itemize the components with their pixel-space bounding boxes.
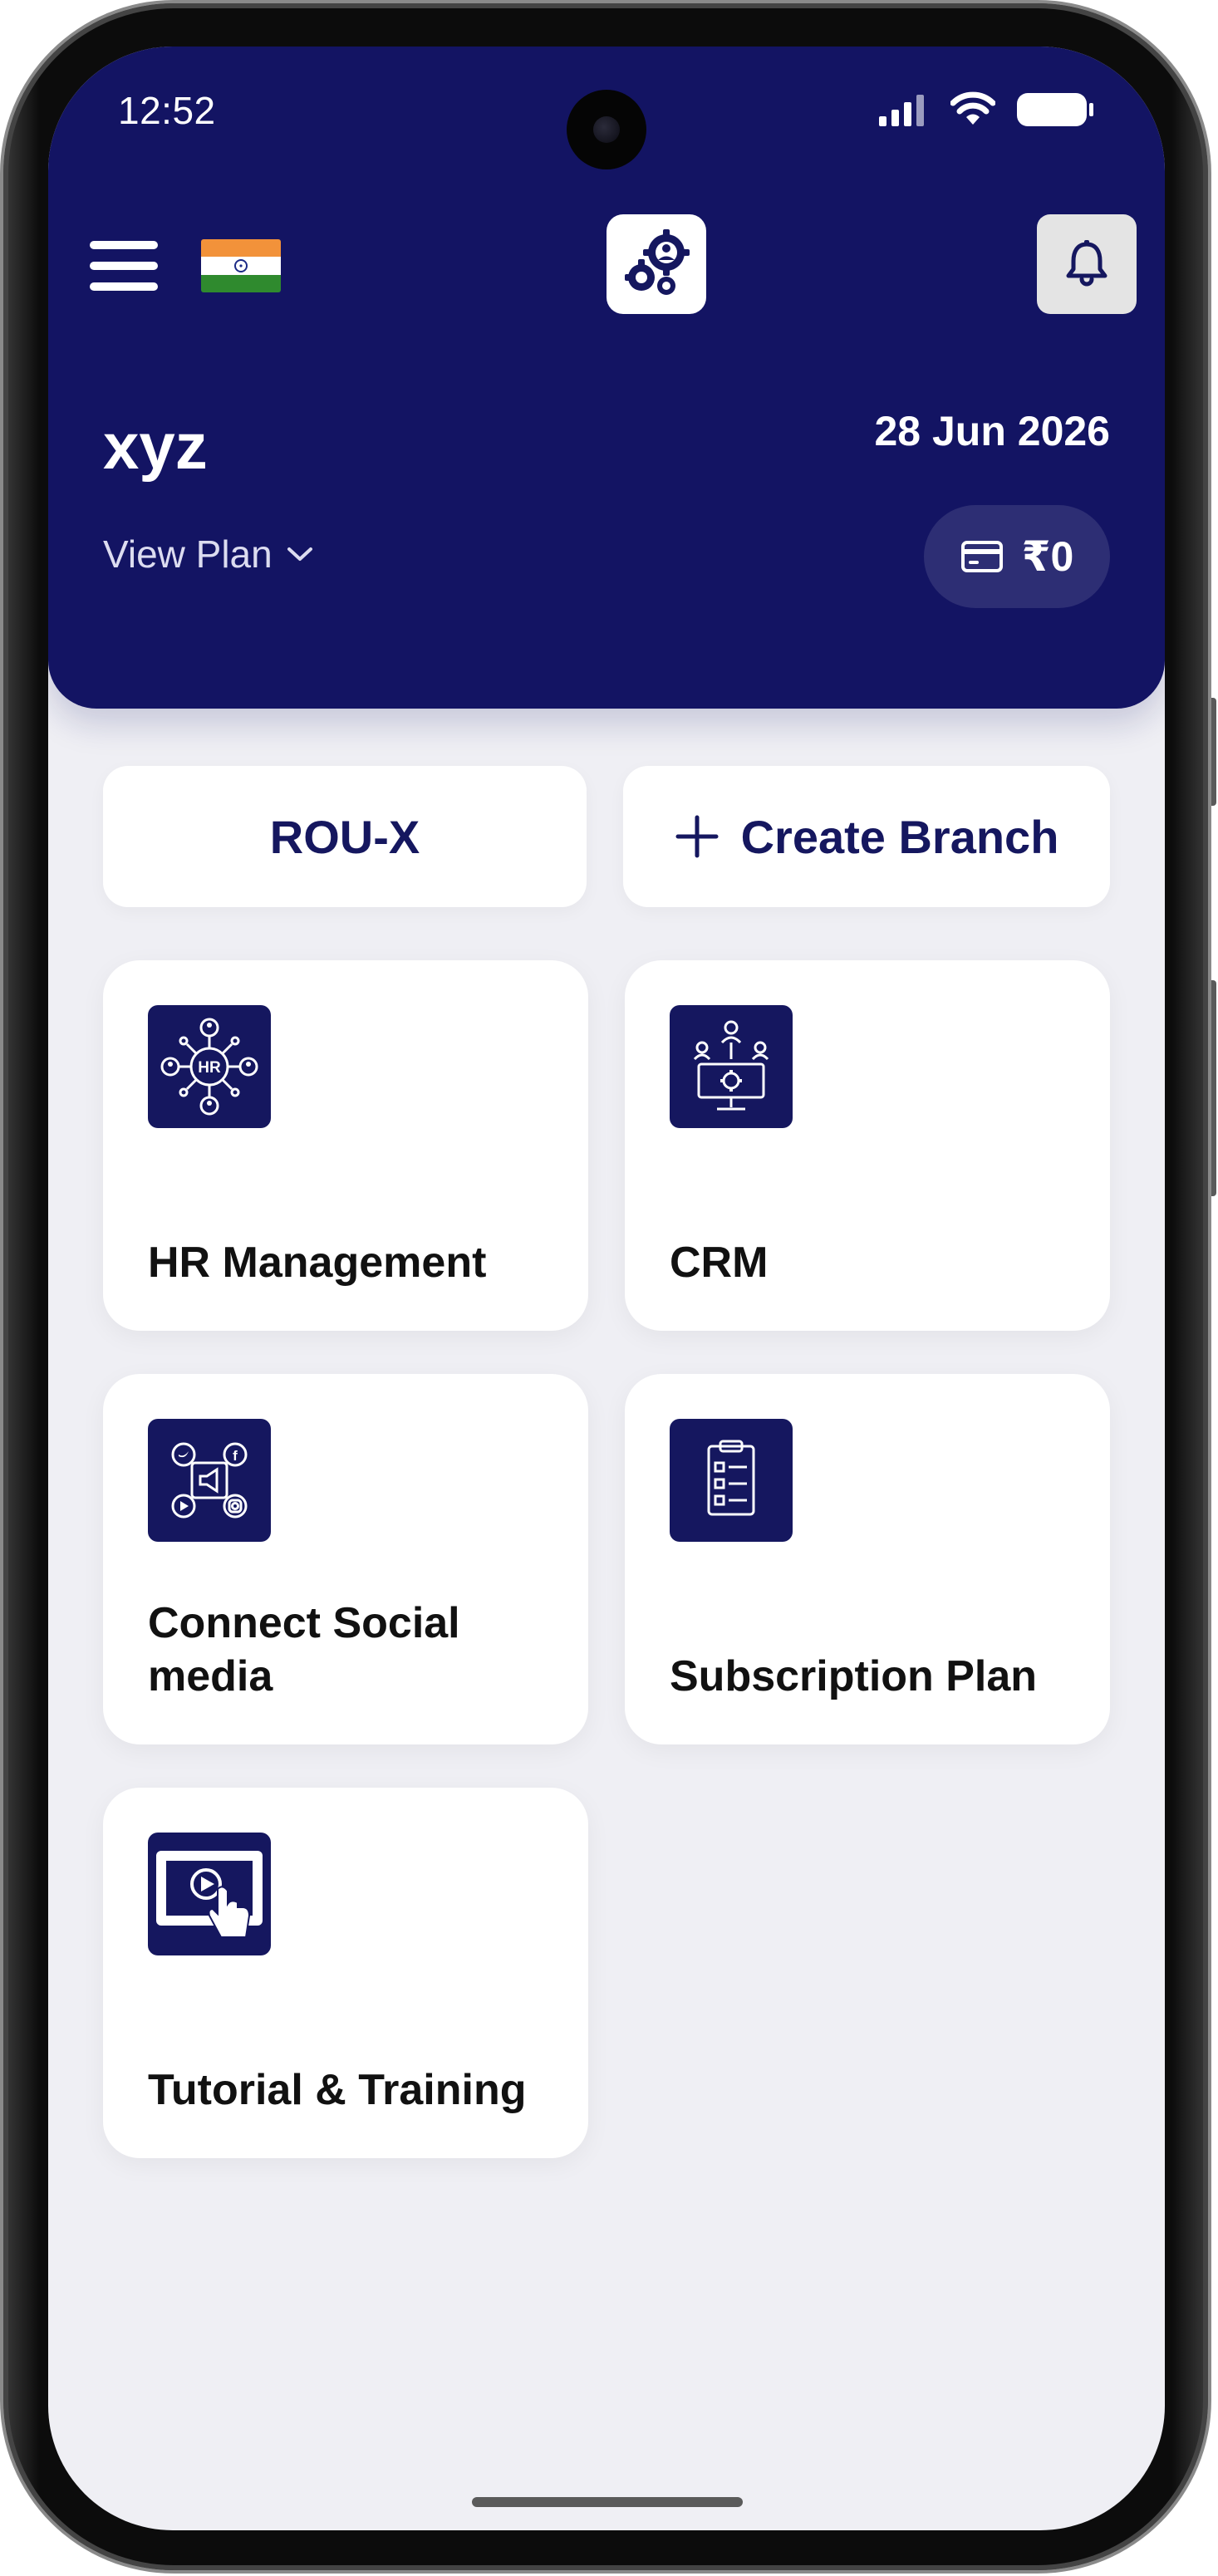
create-branch-label: Create Branch — [740, 810, 1059, 863]
module-label: CRM — [670, 1238, 769, 1287]
plus-icon — [675, 815, 719, 858]
app-screen: 12:52 xyz 28 Jun 2026 View Plan ₹0 ROU-X… — [48, 47, 1165, 2530]
module-label: Tutorial & Training — [148, 2065, 527, 2114]
wallet-balance-button[interactable]: ₹0 — [924, 505, 1110, 608]
video-tutorial-icon — [148, 1833, 271, 1955]
volume-up-button — [1208, 698, 1216, 806]
wifi-icon — [950, 91, 995, 125]
branch-label: ROU-X — [269, 810, 420, 863]
module-card-crm[interactable]: CRM — [625, 960, 1110, 1331]
company-name: xyz — [103, 410, 208, 483]
current-date: 28 Jun 2026 — [874, 408, 1110, 454]
branch-selector-button[interactable]: ROU-X — [103, 766, 587, 907]
crm-team-icon — [670, 1005, 793, 1128]
india-flag-icon[interactable] — [201, 239, 281, 292]
module-card-tutorial-training[interactable]: Tutorial & Training — [103, 1788, 588, 2158]
cellular-signal-icon — [879, 95, 924, 126]
power-button — [1208, 980, 1216, 1196]
view-plan-label: View Plan — [103, 532, 273, 576]
view-plan-dropdown[interactable]: View Plan — [103, 532, 314, 577]
bell-icon — [1066, 240, 1107, 287]
wallet-amount: ₹0 — [1021, 533, 1074, 580]
svg-text:f: f — [233, 1448, 238, 1464]
app-header: 12:52 xyz 28 Jun 2026 View Plan ₹0 — [48, 47, 1165, 709]
notifications-button[interactable] — [1037, 214, 1137, 314]
app-logo-icon — [607, 214, 706, 314]
home-indicator[interactable] — [472, 2497, 743, 2507]
status-icons — [879, 91, 1095, 128]
phone-frame: 12:52 xyz 28 Jun 2026 View Plan ₹0 ROU-X… — [0, 0, 1218, 2576]
battery-icon — [1017, 93, 1093, 126]
hr-network-icon: HR — [148, 1005, 271, 1128]
module-card-hr-management[interactable]: HR HR Management — [103, 960, 588, 1331]
chevron-down-icon — [287, 547, 312, 561]
credit-card-icon — [960, 541, 1003, 572]
hamburger-menu-icon[interactable] — [90, 241, 158, 291]
social-media-icon: f — [148, 1419, 271, 1542]
front-camera — [567, 90, 646, 169]
module-label: Connect Social media — [148, 1599, 460, 1700]
module-card-connect-social-media[interactable]: f Connect Social media — [103, 1374, 588, 1744]
module-label: HR Management — [148, 1238, 487, 1287]
status-time: 12:52 — [118, 89, 216, 132]
create-branch-button[interactable]: Create Branch — [623, 766, 1110, 907]
module-card-subscription-plan[interactable]: Subscription Plan — [625, 1374, 1110, 1744]
svg-text:HR: HR — [198, 1059, 221, 1077]
module-label: Subscription Plan — [670, 1651, 1038, 1700]
checklist-icon — [670, 1419, 793, 1542]
